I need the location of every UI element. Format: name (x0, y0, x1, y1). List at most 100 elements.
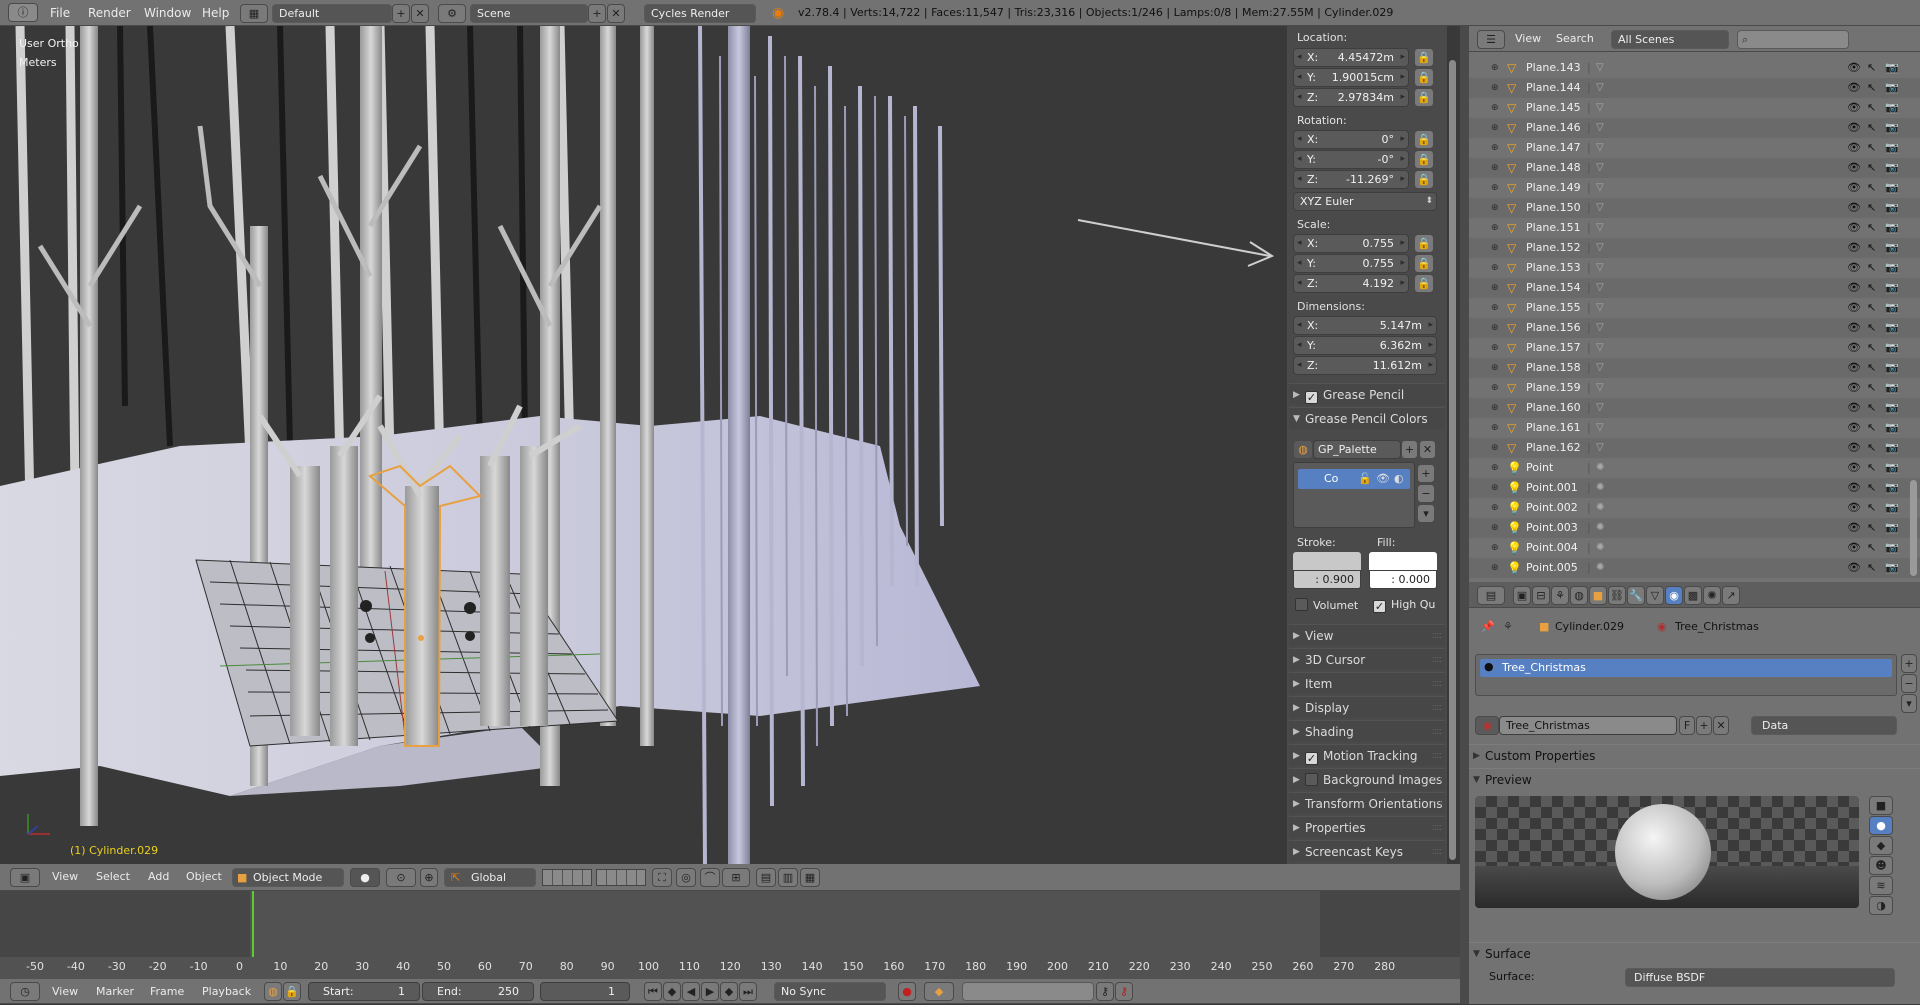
visibility-icon[interactable]: 👁 (1847, 238, 1861, 258)
slot-menu-icon[interactable]: ▾ (1901, 694, 1917, 713)
outliner-row[interactable]: ⊕ 💡 Point.005 | ✺ 👁 ↖ 📷 (1469, 558, 1920, 578)
menu-object[interactable]: Object (186, 864, 222, 890)
panel-surface[interactable]: ▼ Surface (1469, 942, 1920, 964)
renderable-icon[interactable]: 📷 (1885, 178, 1899, 198)
color-add-icon[interactable]: + (1417, 464, 1435, 483)
jump-end-icon[interactable]: ⏭ (739, 982, 757, 1001)
grease-pencil-layers-checkbox[interactable]: ✓ (1305, 391, 1318, 404)
lock-range-icon[interactable]: 🔒 (283, 982, 301, 1001)
lamp-data-icon[interactable]: ✺ (1596, 518, 1604, 538)
material-browse-icon[interactable]: ◉ (1475, 716, 1499, 735)
render-preview-icon[interactable]: ▦ (800, 868, 820, 887)
visibility-icon[interactable]: 👁 (1847, 398, 1861, 418)
start-frame-field[interactable]: Start: 1 (308, 982, 420, 1001)
rotation-y-field[interactable]: ◂ Y: -0° ▸ (1293, 150, 1409, 169)
renderable-icon[interactable]: 📷 (1885, 558, 1899, 578)
selectable-icon[interactable]: ↖ (1867, 558, 1876, 578)
selectable-icon[interactable]: ↖ (1867, 138, 1876, 158)
outliner-row[interactable]: ⊕ 💡 Point.004 | ✺ 👁 ↖ 📷 (1469, 538, 1920, 558)
visibility-icon[interactable]: 👁 (1847, 278, 1861, 298)
outliner-row[interactable]: ⊕ 💡 Point | ✺ 👁 ↖ 📷 (1469, 458, 1920, 478)
mesh-data-icon[interactable]: ▽ (1596, 338, 1604, 358)
renderable-icon[interactable]: 📷 (1885, 278, 1899, 298)
timeline-editor-icon[interactable]: ◷ (10, 982, 40, 1001)
outliner-scope-select[interactable]: All Scenes (1611, 30, 1729, 49)
lock-rotation-z-icon[interactable]: 🔒 (1414, 170, 1434, 189)
record-icon[interactable]: ● (898, 982, 916, 1001)
lamp-data-icon[interactable]: ✺ (1596, 558, 1604, 578)
outliner-row[interactable]: ⊕ ▽ Plane.157 | ▽ 👁 ↖ 📷 (1469, 338, 1920, 358)
selectable-icon[interactable]: ↖ (1867, 218, 1876, 238)
tab-texture-icon[interactable]: ▩ (1684, 586, 1702, 605)
expand-icon[interactable]: ⊕ (1491, 98, 1499, 118)
selectable-icon[interactable]: ↖ (1867, 358, 1876, 378)
outliner-row[interactable]: ⊕ ▽ Plane.158 | ▽ 👁 ↖ 📷 (1469, 358, 1920, 378)
panel-display[interactable]: ▶ Display:::: (1289, 696, 1445, 718)
visibility-icon[interactable]: 👁 (1847, 478, 1861, 498)
expand-icon[interactable]: ⊕ (1491, 438, 1499, 458)
visibility-icon[interactable]: 👁 (1847, 558, 1861, 578)
scale-x-field[interactable]: ◂ X: 0.755 ▸ (1293, 234, 1409, 253)
outliner-row[interactable]: ⊕ ▽ Plane.153 | ▽ 👁 ↖ 📷 (1469, 258, 1920, 278)
renderable-icon[interactable]: 📷 (1885, 518, 1899, 538)
outliner-search-input[interactable]: ⌕ (1737, 30, 1849, 49)
panel-motion-tracking[interactable]: ▶ ✓ Motion Tracking:::: (1289, 744, 1445, 766)
stroke-opacity-field[interactable]: : 0.900 (1293, 570, 1361, 589)
mesh-data-icon[interactable]: ▽ (1596, 78, 1604, 98)
color-list-item[interactable]: Co 🔓 👁 ◐ (1298, 469, 1410, 489)
outliner-row[interactable]: ⊕ ▽ Plane.147 | ▽ 👁 ↖ 📷 (1469, 138, 1920, 158)
lamp-data-icon[interactable]: ✺ (1596, 458, 1604, 478)
visibility-icon[interactable]: 👁 (1847, 498, 1861, 518)
delete-keyframe-icon[interactable]: ⚷ (1115, 982, 1133, 1001)
lock-rotation-x-icon[interactable]: 🔒 (1414, 130, 1434, 149)
mesh-data-icon[interactable]: ▽ (1596, 98, 1604, 118)
expand-icon[interactable]: ⊕ (1491, 298, 1499, 318)
color-ghost-icon[interactable]: ◐ (1394, 472, 1404, 485)
visibility-icon[interactable]: 👁 (1847, 458, 1861, 478)
lock-location-y-icon[interactable]: 🔒 (1414, 68, 1434, 87)
mesh-data-icon[interactable]: ▽ (1596, 278, 1604, 298)
layers-grid-a[interactable] (542, 869, 592, 886)
renderable-icon[interactable]: 📷 (1885, 238, 1899, 258)
renderable-icon[interactable]: 📷 (1885, 418, 1899, 438)
palette-remove-icon[interactable]: ✕ (1419, 440, 1436, 459)
timeline-menu-marker[interactable]: Marker (96, 979, 134, 1005)
tab-render-icon[interactable]: ▣ (1513, 586, 1531, 605)
expand-icon[interactable]: ⊕ (1491, 338, 1499, 358)
location-x-field[interactable]: ◂ X: 4.45472m ▸ (1293, 48, 1409, 67)
background-images-checkbox[interactable] (1305, 773, 1318, 786)
expand-icon[interactable]: ⊕ (1491, 458, 1499, 478)
timeline-area[interactable]: -50 -40 -30 -20 -10 0 10 20 30 40 50 60 70 80 90 100 110… (0, 891, 1460, 979)
rotation-x-field[interactable]: ◂ X: 0° ▸ (1293, 130, 1409, 149)
renderable-icon[interactable]: 📷 (1885, 198, 1899, 218)
selectable-icon[interactable]: ↖ (1867, 538, 1876, 558)
keying-set-field[interactable] (962, 982, 1094, 1001)
selectable-icon[interactable]: ↖ (1867, 298, 1876, 318)
palette-icon[interactable]: ◍ (1293, 440, 1313, 459)
scene-icon[interactable]: ⚙ (438, 4, 466, 23)
renderable-icon[interactable]: 📷 (1885, 338, 1899, 358)
layers-grid-b[interactable] (596, 869, 646, 886)
expand-icon[interactable]: ⊕ (1491, 558, 1499, 578)
expand-icon[interactable]: ⊕ (1491, 158, 1499, 178)
tab-material-icon[interactable]: ◉ (1665, 586, 1683, 605)
outliner-row[interactable]: ⊕ ▽ Plane.151 | ▽ 👁 ↖ 📷 (1469, 218, 1920, 238)
mode-select[interactable]: ■ Object Mode (232, 868, 344, 887)
material-slot-item[interactable]: ● Tree_Christmas (1480, 659, 1892, 677)
expand-icon[interactable]: ⊕ (1491, 418, 1499, 438)
expand-icon[interactable]: ⊕ (1491, 478, 1499, 498)
fill-opacity-field[interactable]: : 0.000 (1369, 570, 1437, 589)
lock-layers-icon[interactable]: ⛶ (652, 868, 672, 887)
renderable-icon[interactable]: 📷 (1885, 358, 1899, 378)
info-editor-icon[interactable]: ⓘ (8, 3, 38, 22)
visibility-icon[interactable]: 👁 (1847, 258, 1861, 278)
layout-select[interactable]: Default (272, 4, 392, 23)
dimension-x-field[interactable]: ◂ X: 5.147m ▸ (1293, 316, 1437, 335)
proportional-edit-icon[interactable]: ◎ (676, 868, 696, 887)
renderable-icon[interactable]: 📷 (1885, 298, 1899, 318)
preview-sphere-icon[interactable]: ● (1869, 816, 1893, 835)
outliner-row[interactable]: ⊕ ▽ Plane.159 | ▽ 👁 ↖ 📷 (1469, 378, 1920, 398)
expand-icon[interactable]: ⊕ (1491, 538, 1499, 558)
expand-icon[interactable]: ⊕ (1491, 178, 1499, 198)
selectable-icon[interactable]: ↖ (1867, 118, 1876, 138)
